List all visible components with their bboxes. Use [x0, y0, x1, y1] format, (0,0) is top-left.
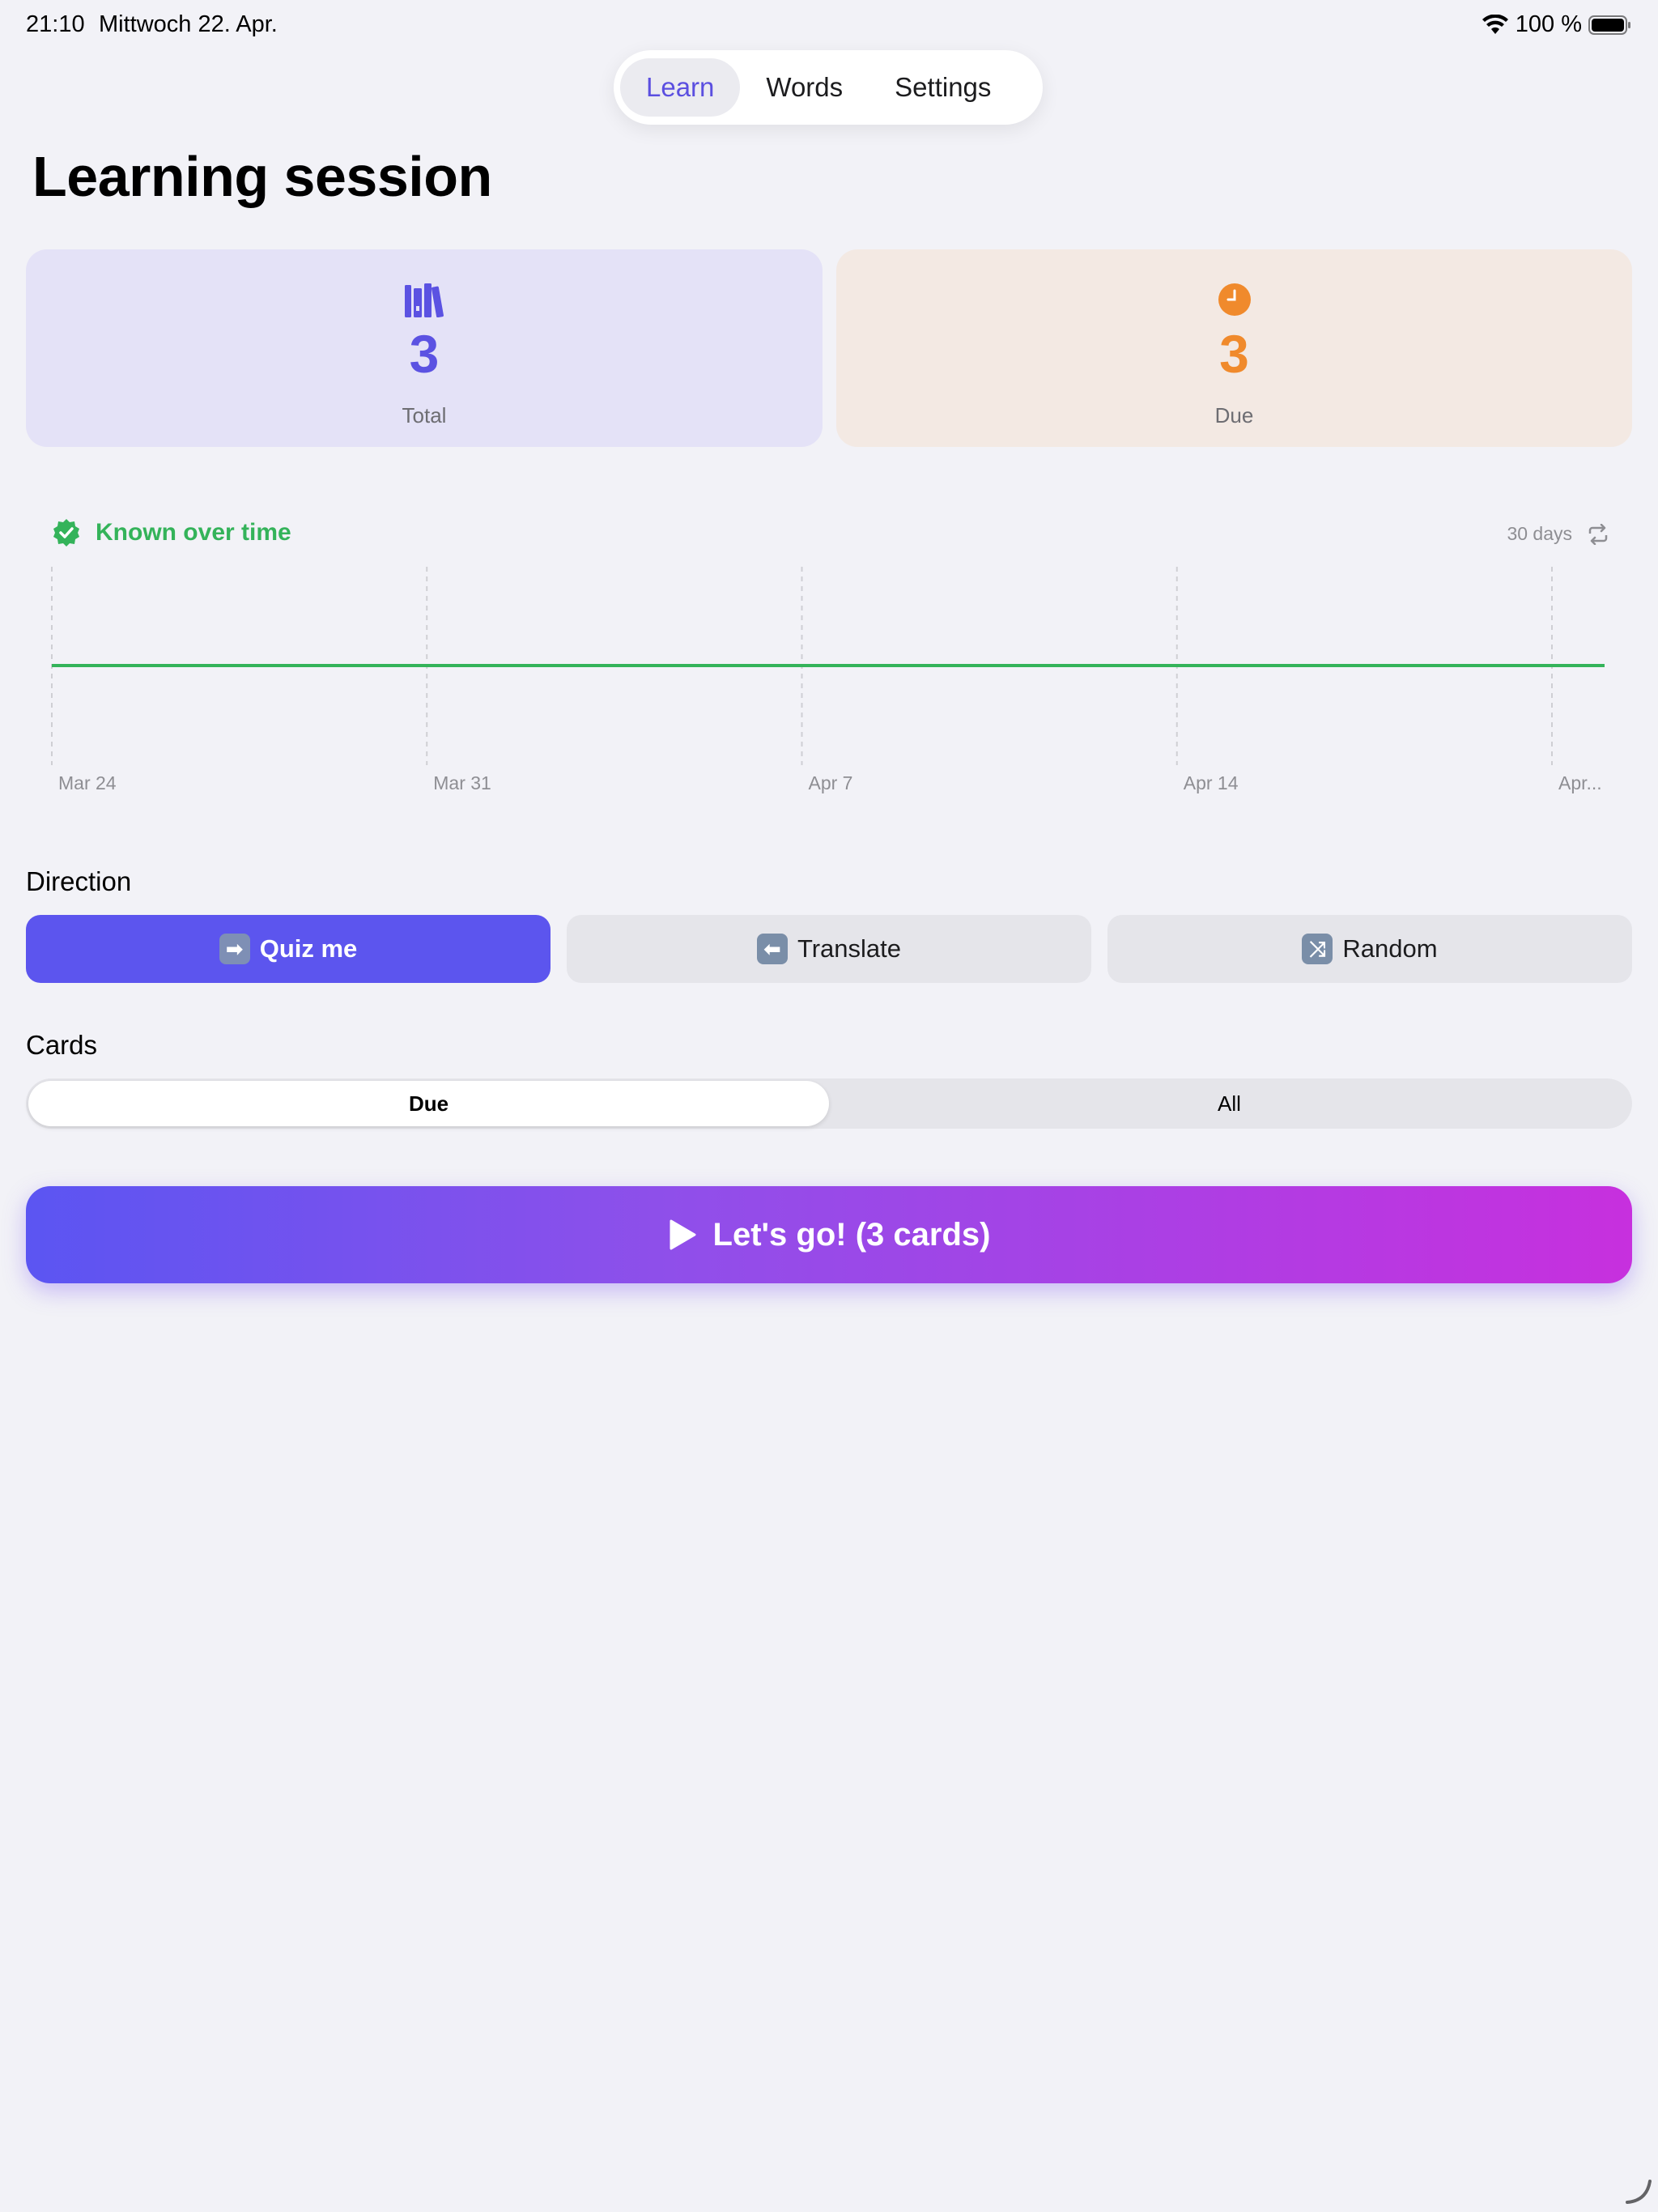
- tab-settings[interactable]: Settings: [869, 58, 1017, 117]
- tab-learn[interactable]: Learn: [620, 58, 741, 117]
- total-label: Total: [402, 403, 447, 428]
- start-session-label: Let's go! (3 cards): [712, 1216, 991, 1253]
- arrow-left-icon: ⬅: [756, 934, 788, 964]
- cards-option-all[interactable]: All: [829, 1081, 1630, 1126]
- status-indicators: 100 %: [1482, 11, 1632, 38]
- top-tab-bar: Learn Words Settings: [614, 50, 1043, 125]
- chart-range-button[interactable]: 30 days: [1507, 523, 1609, 545]
- x-tick-label: Apr 7: [809, 772, 853, 793]
- repeat-icon: [1588, 523, 1608, 545]
- chart-header: Known over time: [52, 518, 291, 547]
- battery-percentage: 100 %: [1515, 11, 1582, 37]
- total-count: 3: [409, 324, 440, 384]
- status-date: Mittwoch 22. Apr.: [99, 11, 278, 37]
- play-icon: [670, 1219, 696, 1250]
- shuffle-icon: ⤨: [1302, 934, 1333, 964]
- start-session-button[interactable]: Let's go! (3 cards): [26, 1186, 1632, 1283]
- status-time: 21:10: [26, 11, 85, 37]
- random-button[interactable]: ⤨ Random: [1107, 915, 1632, 983]
- cards-segmented-control: Due All: [26, 1078, 1632, 1129]
- quiz-me-button[interactable]: ➡ Quiz me: [26, 915, 551, 983]
- books-icon: [403, 280, 445, 319]
- clock-icon: [1217, 280, 1252, 319]
- chart-range-label: 30 days: [1507, 523, 1572, 544]
- arrow-right-icon: ➡: [219, 934, 250, 964]
- total-card: 3 Total: [26, 249, 823, 447]
- tab-words[interactable]: Words: [740, 58, 869, 117]
- chart-title: Known over time: [96, 519, 291, 546]
- x-tick-label: Mar 24: [58, 772, 117, 793]
- direction-label: Direction: [26, 866, 132, 896]
- translate-label: Translate: [797, 934, 902, 963]
- page-title: Learning session: [32, 145, 492, 208]
- due-count: 3: [1219, 324, 1249, 384]
- x-tick-label: Mar 31: [433, 772, 491, 793]
- battery-icon: [1588, 15, 1630, 35]
- wifi-icon: [1482, 14, 1508, 34]
- translate-button[interactable]: ⬅ Translate: [567, 915, 1091, 983]
- due-label: Due: [1214, 403, 1254, 428]
- x-tick-label: Apr...: [1558, 772, 1602, 793]
- quiz-me-label: Quiz me: [259, 934, 358, 963]
- resize-handle-icon[interactable]: [1624, 2176, 1653, 2206]
- cards-label: Cards: [26, 1030, 98, 1060]
- due-card: 3 Due: [836, 249, 1632, 447]
- random-label: Random: [1342, 934, 1438, 963]
- cards-option-due[interactable]: Due: [28, 1081, 829, 1126]
- known-over-time-chart: Mar 24 Mar 31 Apr 7 Apr 14 Apr...: [51, 567, 1605, 793]
- checkmark-seal-icon: [53, 519, 79, 547]
- x-tick-label: Apr 14: [1184, 772, 1239, 793]
